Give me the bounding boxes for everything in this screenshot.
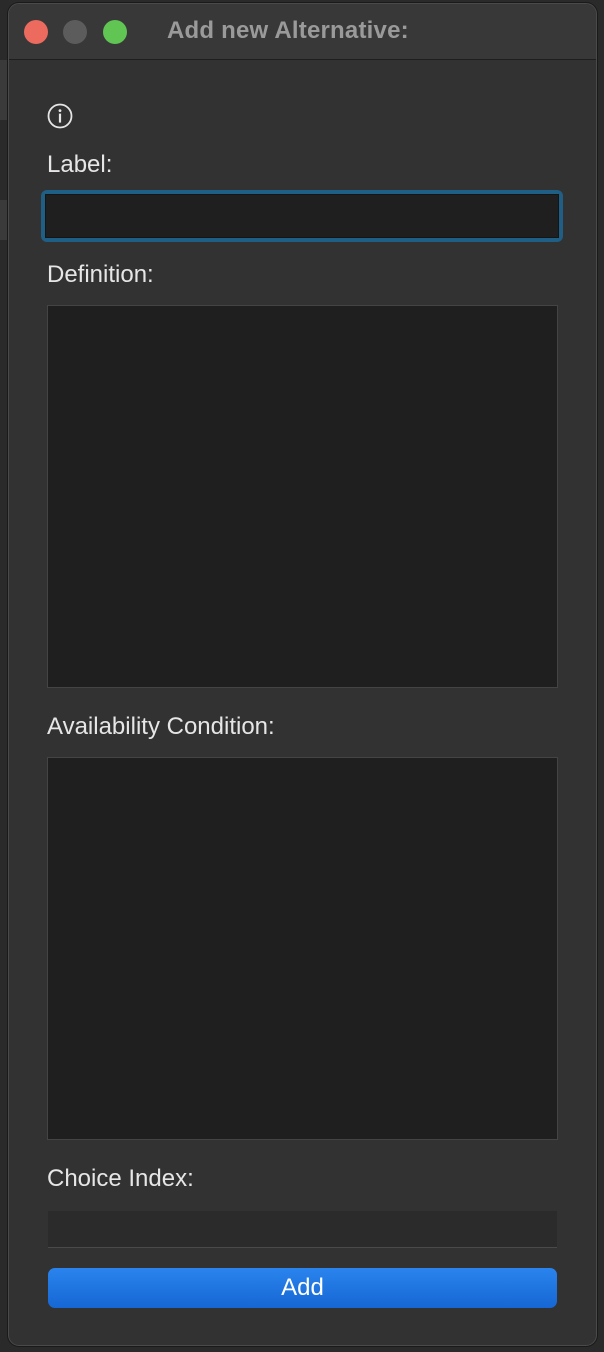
choice-index-label: Choice Index: [47, 1165, 194, 1192]
info-circle-icon[interactable] [47, 103, 73, 129]
add-alternative-dialog: Add new Alternative: Label: Definition: … [8, 3, 597, 1346]
choice-index-input[interactable] [48, 1211, 557, 1248]
label-input-focus-ring [41, 190, 563, 242]
minimize-window-button[interactable] [63, 20, 87, 44]
close-window-button[interactable] [24, 20, 48, 44]
window-title: Add new Alternative: [167, 17, 409, 44]
title-bar[interactable]: Add new Alternative: [9, 4, 596, 60]
add-button[interactable]: Add [48, 1268, 557, 1308]
definition-field-label: Definition: [47, 261, 154, 288]
label-field-label: Label: [47, 151, 113, 178]
label-input[interactable] [45, 194, 559, 238]
availability-condition-textarea[interactable] [47, 757, 558, 1140]
definition-textarea[interactable] [47, 305, 558, 688]
availability-condition-label: Availability Condition: [47, 713, 275, 740]
zoom-window-button[interactable] [103, 20, 127, 44]
